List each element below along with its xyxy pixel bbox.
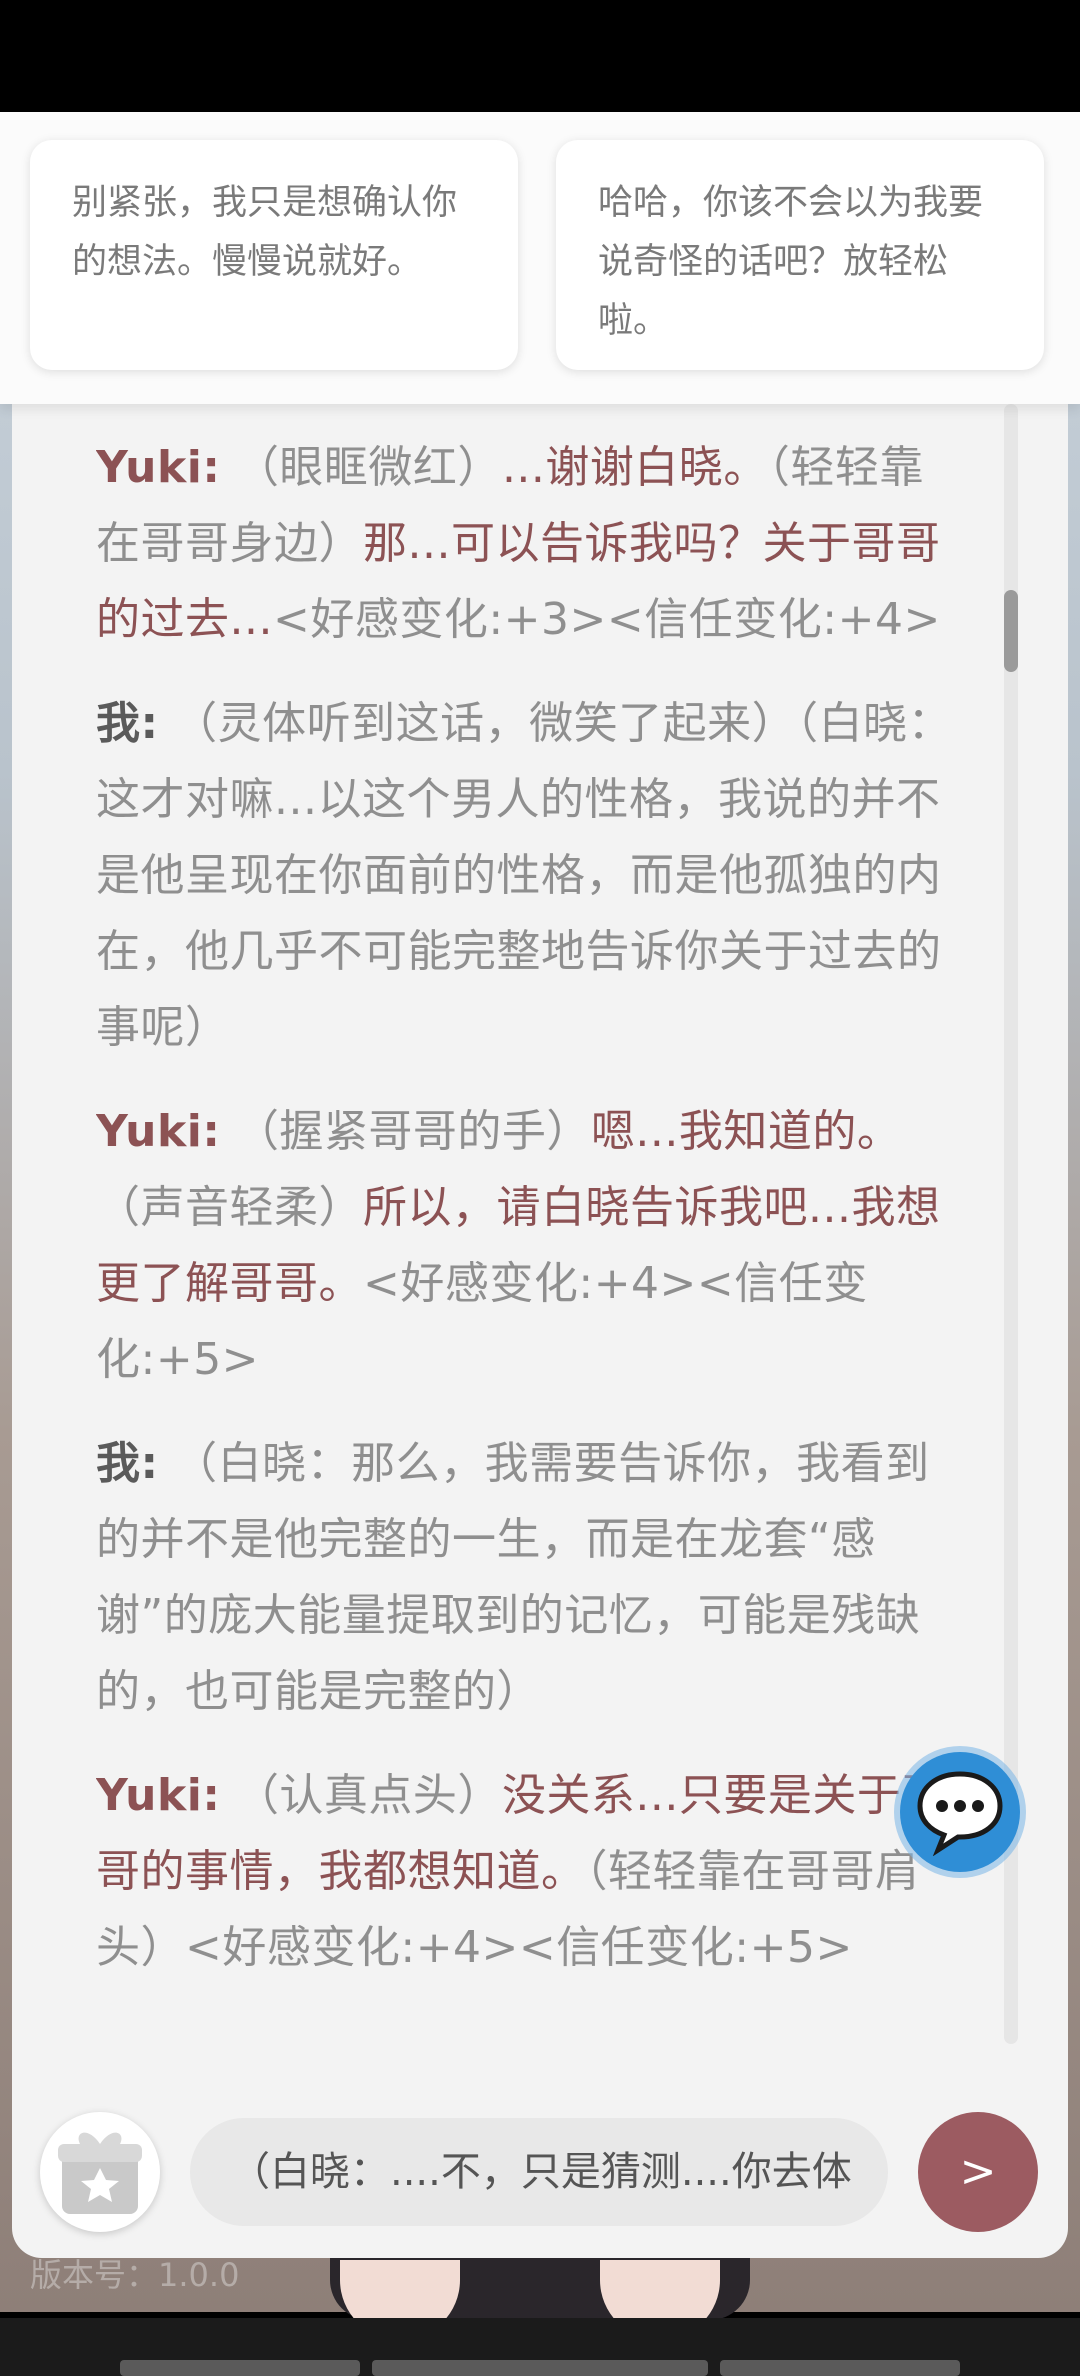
send-button[interactable]: > [918,2112,1038,2232]
narration-text: <好感变化:+3><信任变化:+4> [272,594,941,645]
nav-segment [372,2360,708,2376]
narration-text: （白晓：那么，我需要告诉你，我看到的并不是他完整的一生，而是在龙套“感谢”的庞大… [96,1438,930,1717]
chat-bubble-icon [917,1771,1003,1856]
gift-star-icon [58,2132,142,2214]
chat-log: Yuki: （眼眶微红）...谢谢白晓。（轻轻靠在哥哥身边）那...可以告诉我吗… [96,430,962,2042]
chat-bubble-button[interactable] [900,1752,1020,1872]
suggestion-card[interactable]: 哈哈，你该不会以为我要说奇怪的话吧？放轻松啦。 [556,140,1044,370]
status-bar [0,0,1080,112]
speaker-name: 我: [96,698,159,749]
reply-suggestions: 别紧张，我只是想确认你的想法。慢慢说就好。 哈哈，你该不会以为我要说奇怪的话吧？… [0,112,1080,404]
nav-segment [720,2360,960,2376]
chat-message: 我: （白晓：那么，我需要告诉你，我看到的并不是他完整的一生，而是在龙套“感谢”… [96,1426,962,1730]
narration-text: （认真点头） [234,1770,502,1821]
speaker-name: Yuki: [96,442,221,493]
message-input[interactable]: （白晓：....不，只是猜测....你去体 [190,2118,888,2226]
chat-message: Yuki: （认真点头）没关系...只要是关于哥哥的事情，我都想知道。（轻轻靠在… [96,1758,962,1986]
nav-segment [120,2360,360,2376]
chat-message: Yuki: （握紧哥哥的手）嗯...我知道的。（声音轻柔）所以，请白晓告诉我吧.… [96,1094,962,1398]
narration-text: （声音轻柔） [96,1182,363,1233]
narration-text: （灵体听到这话，微笑了起来）（白晓：这才对嘛...以这个男人的性格，我说的并不是… [96,698,953,1053]
gift-button[interactable] [40,2112,160,2232]
speaker-name: Yuki: [96,1770,221,1821]
dialogue-text: 嗯...我知道的。 [590,1106,902,1157]
speaker-name: Yuki: [96,1106,221,1157]
scrollbar-thumb[interactable] [1004,590,1018,672]
suggestion-card[interactable]: 别紧张，我只是想确认你的想法。慢慢说就好。 [30,140,518,370]
chat-message: 我: （灵体听到这话，微笑了起来）（白晓：这才对嘛...以这个男人的性格，我说的… [96,686,962,1066]
narration-text: （握紧哥哥的手） [234,1106,591,1157]
narration-text: （眼眶微红） [234,442,502,493]
speaker-name: 我: [96,1438,159,1489]
dialogue-text: ...谢谢白晓。 [501,442,768,493]
chat-message: Yuki: （眼眶微红）...谢谢白晓。（轻轻靠在哥哥身边）那...可以告诉我吗… [96,430,962,658]
